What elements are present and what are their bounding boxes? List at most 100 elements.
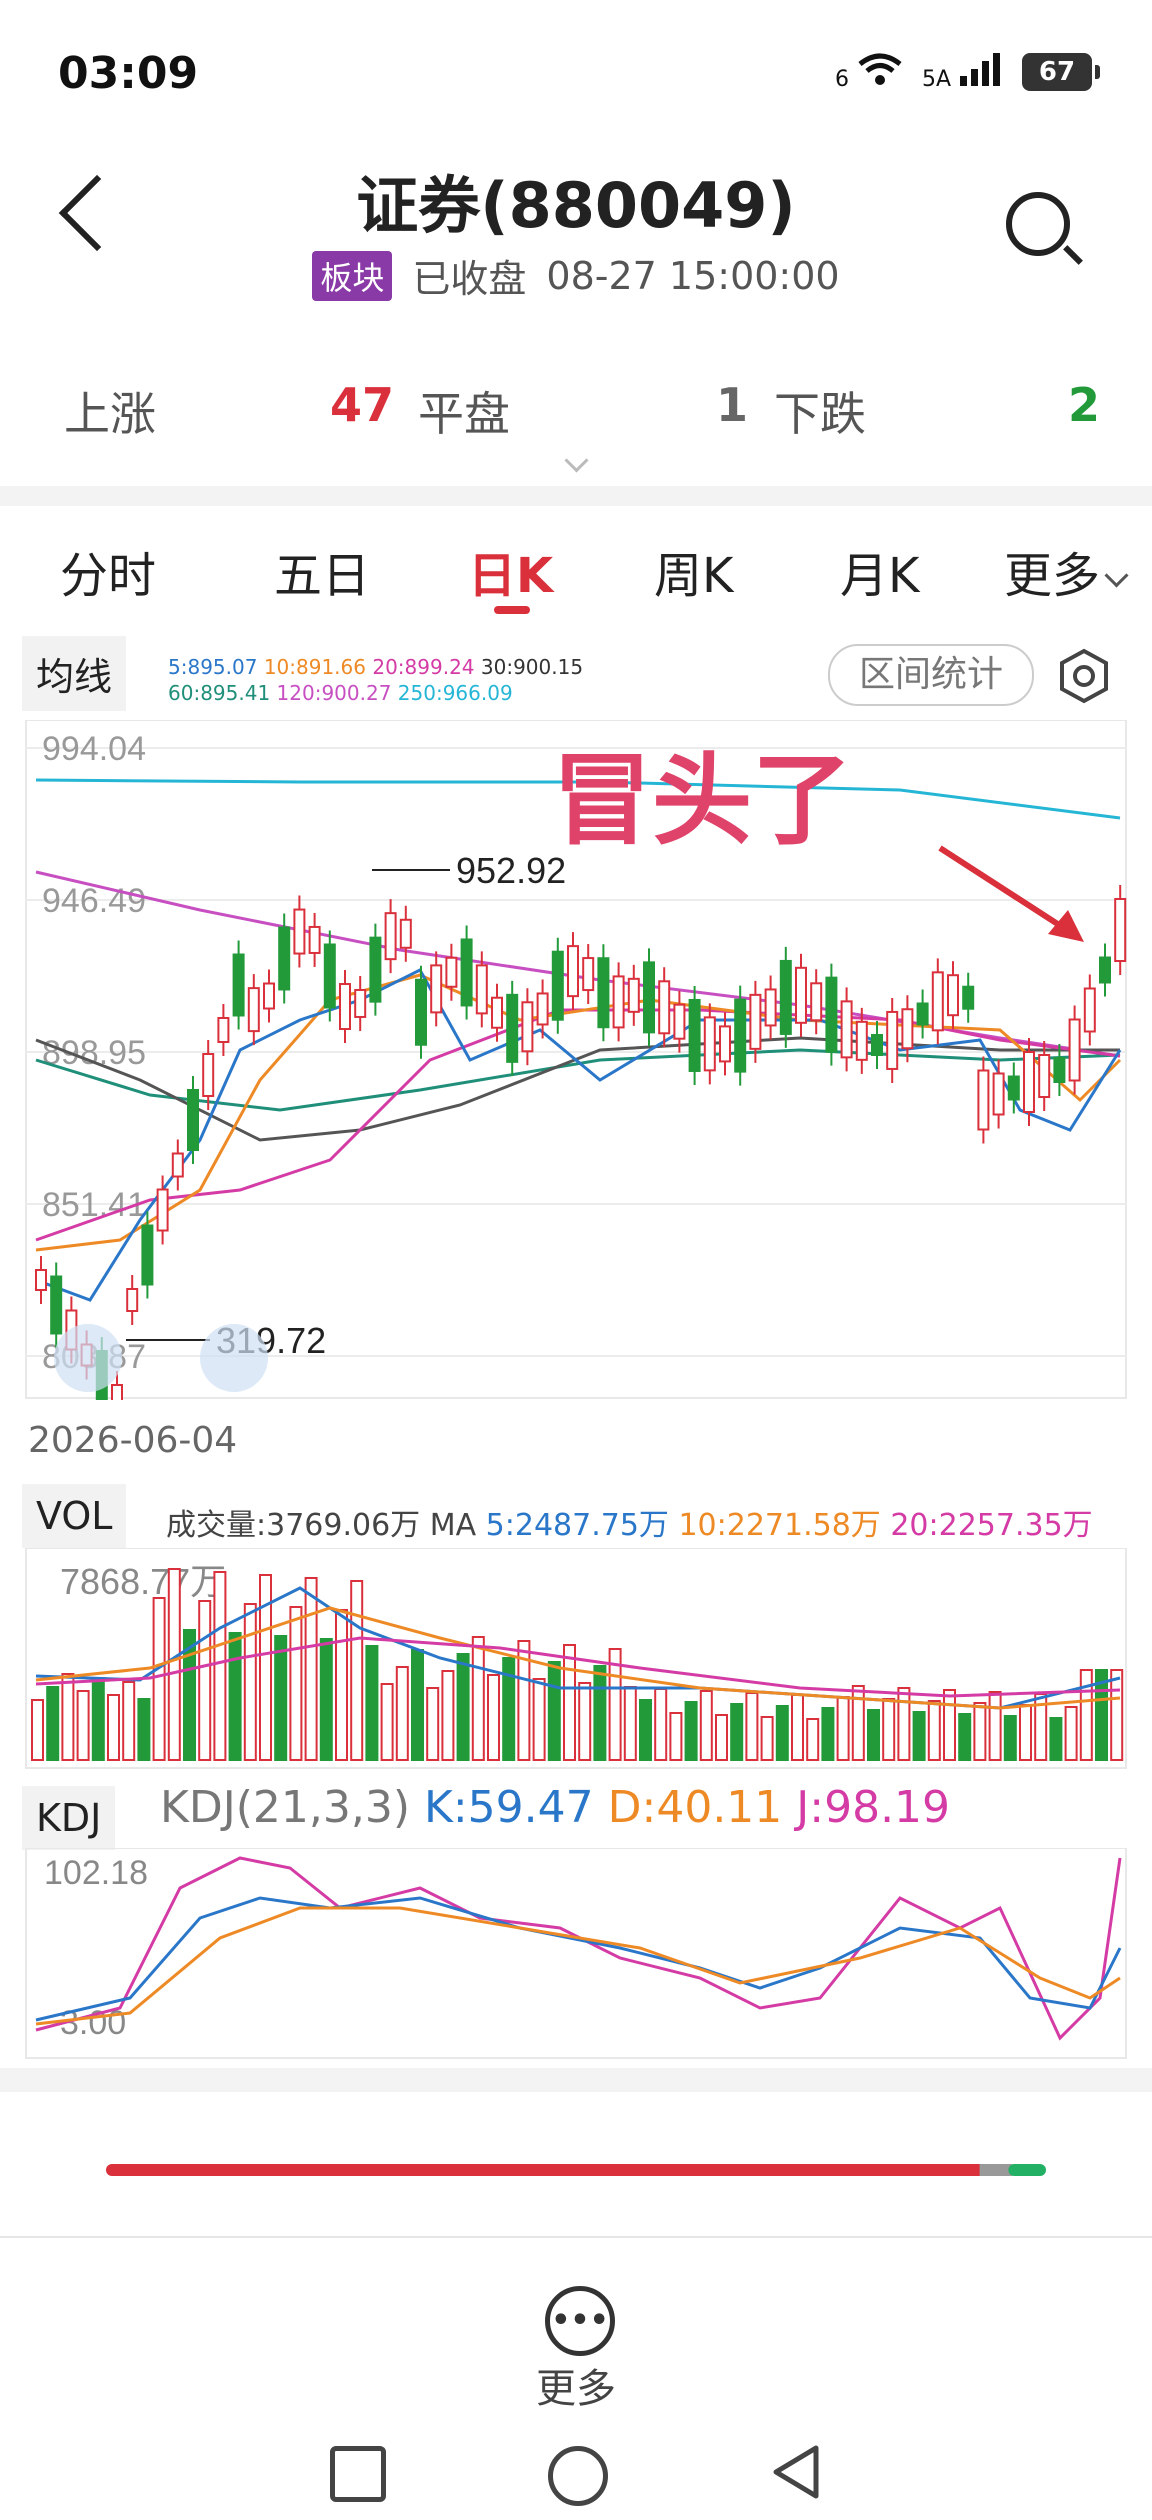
more-label[interactable]: 更多: [0, 2356, 1152, 2414]
volume-bar: [487, 1674, 500, 1761]
vol-info-item-3: 20:2257.35万: [890, 1508, 1093, 1543]
chart-start-date: 2026-06-04: [28, 1420, 238, 1461]
candle: [50, 1275, 63, 1335]
kdj-info-item-2: D:40.11: [607, 1782, 797, 1833]
recent-apps-icon[interactable]: [330, 2446, 386, 2502]
candle: [962, 985, 975, 1010]
scroll-left-icon: [54, 1324, 122, 1392]
volume-bar: [122, 1681, 136, 1761]
volume-bar: [927, 1700, 941, 1761]
candle: [764, 988, 777, 1027]
kline-chart[interactable]: 994.04946.49898.95851.41803.87952.92319.…: [0, 720, 1152, 1400]
volume-bar: [836, 1696, 850, 1761]
vol-indicator-label[interactable]: VOL: [22, 1484, 127, 1548]
kdj-chart[interactable]: 102.183.00: [0, 1848, 1152, 2060]
up-label: 上涨: [64, 387, 156, 441]
candle: [1038, 1054, 1051, 1098]
kdj-info-item-1: K:59.47: [423, 1782, 608, 1833]
breadth-progress-bar: [106, 2164, 1046, 2176]
volume-bar: [988, 1691, 1002, 1761]
back-nav-icon[interactable]: [768, 2442, 824, 2502]
hexagon-settings-icon[interactable]: [1054, 646, 1114, 706]
candle: [916, 1002, 929, 1026]
volume-bar: [1079, 1669, 1093, 1761]
active-tab-indicator: [494, 606, 530, 614]
volume-bar: [319, 1638, 333, 1761]
arrow-line: [938, 845, 1072, 935]
volume-bar: [213, 1571, 227, 1761]
kdj-frame: [25, 1848, 1127, 2059]
vol-y-label: 7868.77万: [60, 1561, 226, 1602]
volume-bar: [456, 1653, 470, 1761]
kdj-j-line: [35, 1856, 1122, 2041]
volume-info: 成交量:3769.06万 MA 5:2487.75万 10:2271.58万 2…: [166, 1500, 1093, 1544]
candle: [187, 1089, 199, 1151]
volume-bar: [380, 1683, 394, 1761]
candle: [460, 938, 473, 1007]
progress-flat-segment: [979, 2164, 1013, 2176]
search-icon[interactable]: [1006, 192, 1070, 256]
tab-daily-k[interactable]: 日K: [468, 536, 553, 606]
home-icon[interactable]: [548, 2446, 608, 2506]
volume-bar: [958, 1713, 972, 1761]
candle: [369, 936, 382, 1003]
nav-divider: [0, 2236, 1152, 2238]
candle: [567, 945, 579, 998]
ma-values: 5:895.07 10:891.66 20:899.24 30:900.15 6…: [168, 654, 583, 706]
volume-bar: [547, 1661, 561, 1761]
volume-bar: [198, 1600, 212, 1761]
volume-bar: [943, 1689, 956, 1761]
volume-chart[interactable]: 7868.77万: [0, 1548, 1152, 1770]
volume-bar: [137, 1698, 151, 1761]
volume-bar: [593, 1665, 607, 1761]
volume-bar: [441, 1670, 455, 1761]
candle: [551, 950, 564, 1021]
tab-monthly-k[interactable]: 月K: [840, 536, 919, 606]
candle: [734, 998, 747, 1073]
range-stats-button[interactable]: 区间统计: [828, 644, 1034, 706]
volume-bar: [882, 1698, 896, 1761]
candle: [491, 996, 503, 1029]
candle: [1023, 1051, 1035, 1113]
wifi-icon: 6: [835, 52, 904, 92]
tab-five-day[interactable]: 五日: [274, 536, 370, 606]
kdj-y-top: 102.18: [44, 1854, 148, 1892]
volume-bar: [715, 1714, 728, 1761]
volume-bar: [365, 1645, 379, 1761]
candle: [278, 926, 291, 991]
candle: [247, 987, 260, 1033]
candle: [1099, 956, 1111, 984]
section-divider: [0, 486, 1152, 506]
volume-bar: [730, 1703, 744, 1761]
candle: [171, 1152, 184, 1178]
candle: [445, 956, 458, 988]
candle: [901, 1008, 914, 1050]
candle: [1114, 898, 1127, 962]
candle: [308, 925, 321, 954]
kdj-info-item-0: KDJ(21,3,3): [160, 1782, 424, 1833]
candle: [612, 975, 625, 1029]
tab-more[interactable]: 更多: [1004, 536, 1129, 606]
tab-weekly-k[interactable]: 周K: [654, 536, 733, 606]
cellular-signal-icon: 5A: [922, 52, 1004, 92]
candle: [1007, 1075, 1020, 1101]
volume-bar: [532, 1678, 546, 1761]
more-icon[interactable]: •••: [545, 2286, 615, 2356]
volume-bar: [274, 1635, 288, 1761]
candle: [141, 1224, 154, 1286]
ma-indicator-label[interactable]: 均线: [22, 636, 127, 711]
expand-chevron-icon[interactable]: [564, 448, 589, 473]
kdj-indicator-label[interactable]: KDJ: [22, 1786, 116, 1850]
candle: [430, 964, 443, 1014]
volume-bar: [1049, 1717, 1063, 1761]
arrow-head: [1048, 910, 1084, 942]
candle: [673, 1003, 686, 1040]
volume-bar: [897, 1687, 911, 1761]
tab-intraday[interactable]: 分时: [60, 536, 156, 606]
volume-bar: [806, 1718, 820, 1761]
ma-value-2: 20:899.24: [372, 655, 481, 679]
candle: [886, 1010, 899, 1070]
candle: [688, 998, 701, 1072]
candle: [855, 1020, 868, 1061]
candle: [232, 953, 245, 1017]
